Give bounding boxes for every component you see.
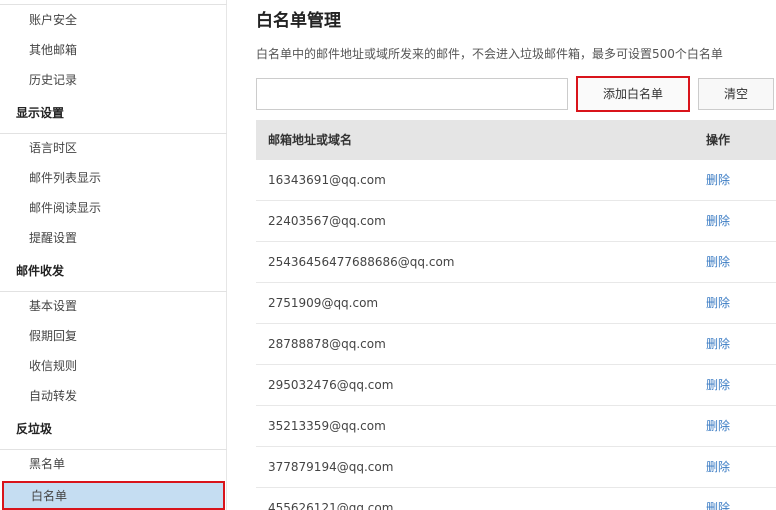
table-row: 25436456477688686@qq.com 删除 (256, 242, 776, 283)
sidebar-item[interactable]: 自动转发 (0, 381, 227, 411)
table-row: 16343691@qq.com 删除 (256, 160, 776, 201)
add-whitelist-button[interactable]: 添加白名单 (576, 76, 690, 112)
sidebar-item[interactable]: 提醒设置 (0, 223, 227, 253)
whitelist-address-input[interactable] (256, 78, 568, 110)
table-row: 295032476@qq.com 删除 (256, 365, 776, 406)
table-row: 377879194@qq.com 删除 (256, 447, 776, 488)
table-row: 22403567@qq.com 删除 (256, 201, 776, 242)
sidebar-item[interactable]: 语言时区 (0, 133, 227, 163)
email-address: 455626121@qq.com (268, 501, 394, 510)
sidebar-item[interactable]: 白名单 (2, 481, 225, 510)
column-header-address: 邮箱地址或域名 (268, 133, 353, 147)
sidebar-item[interactable]: 黑名单 (0, 449, 227, 479)
delete-link[interactable]: 删除 (706, 201, 730, 241)
email-address: 35213359@qq.com (268, 419, 386, 433)
table-row: 2751909@qq.com 删除 (256, 283, 776, 324)
email-address: 377879194@qq.com (268, 460, 394, 474)
clear-whitelist-button[interactable]: 清空 (698, 78, 774, 110)
sidebar-section-header: 显示设置 (0, 96, 227, 134)
whitelist-panel: 白名单管理 白名单中的邮件地址或域所发来的邮件，不会进入垃圾邮件箱，最多可设置5… (256, 0, 776, 510)
table-row: 35213359@qq.com 删除 (256, 406, 776, 447)
delete-link[interactable]: 删除 (706, 283, 730, 323)
delete-link[interactable]: 删除 (706, 160, 730, 200)
delete-link[interactable]: 删除 (706, 406, 730, 446)
sidebar-item[interactable]: 邮件列表显示 (0, 163, 227, 193)
sidebar-item[interactable]: 历史记录 (0, 65, 227, 95)
delete-link[interactable]: 删除 (706, 447, 730, 487)
sidebar-item[interactable]: 账户安全 (0, 5, 227, 35)
email-address: 25436456477688686@qq.com (268, 255, 455, 269)
delete-link[interactable]: 删除 (706, 242, 730, 282)
settings-sidebar: 账户安全 其他邮箱 历史记录 显示设置 语言时区 邮件列表显示 邮件阅读显示 提醒设置 邮件收发… (0, 0, 227, 510)
email-address: 16343691@qq.com (268, 173, 386, 187)
sidebar-item[interactable]: 基本设置 (0, 291, 227, 321)
whitelist-description: 白名单中的邮件地址或域所发来的邮件，不会进入垃圾邮件箱，最多可设置500个白名单 (256, 47, 723, 61)
delete-link[interactable]: 删除 (706, 324, 730, 364)
sidebar-item[interactable]: 邮件阅读显示 (0, 193, 227, 223)
table-header: 邮箱地址或域名 操作 (256, 120, 776, 160)
table-row: 28788878@qq.com 删除 (256, 324, 776, 365)
column-header-operation: 操作 (706, 133, 731, 147)
sidebar-item[interactable]: 假期回复 (0, 321, 227, 351)
email-address: 28788878@qq.com (268, 337, 386, 351)
sidebar-section-header: 反垃圾 (0, 412, 227, 450)
sidebar-item[interactable]: 其他邮箱 (0, 35, 227, 65)
delete-link[interactable]: 删除 (706, 488, 730, 510)
delete-link[interactable]: 删除 (706, 365, 730, 405)
page-title: 白名单管理 (256, 11, 341, 31)
email-address: 22403567@qq.com (268, 214, 386, 228)
sidebar-section-header: 邮件收发 (0, 254, 227, 292)
table-row: 455626121@qq.com 删除 (256, 488, 776, 510)
email-address: 295032476@qq.com (268, 378, 394, 392)
sidebar-item[interactable]: 收信规则 (0, 351, 227, 381)
email-address: 2751909@qq.com (268, 296, 379, 310)
